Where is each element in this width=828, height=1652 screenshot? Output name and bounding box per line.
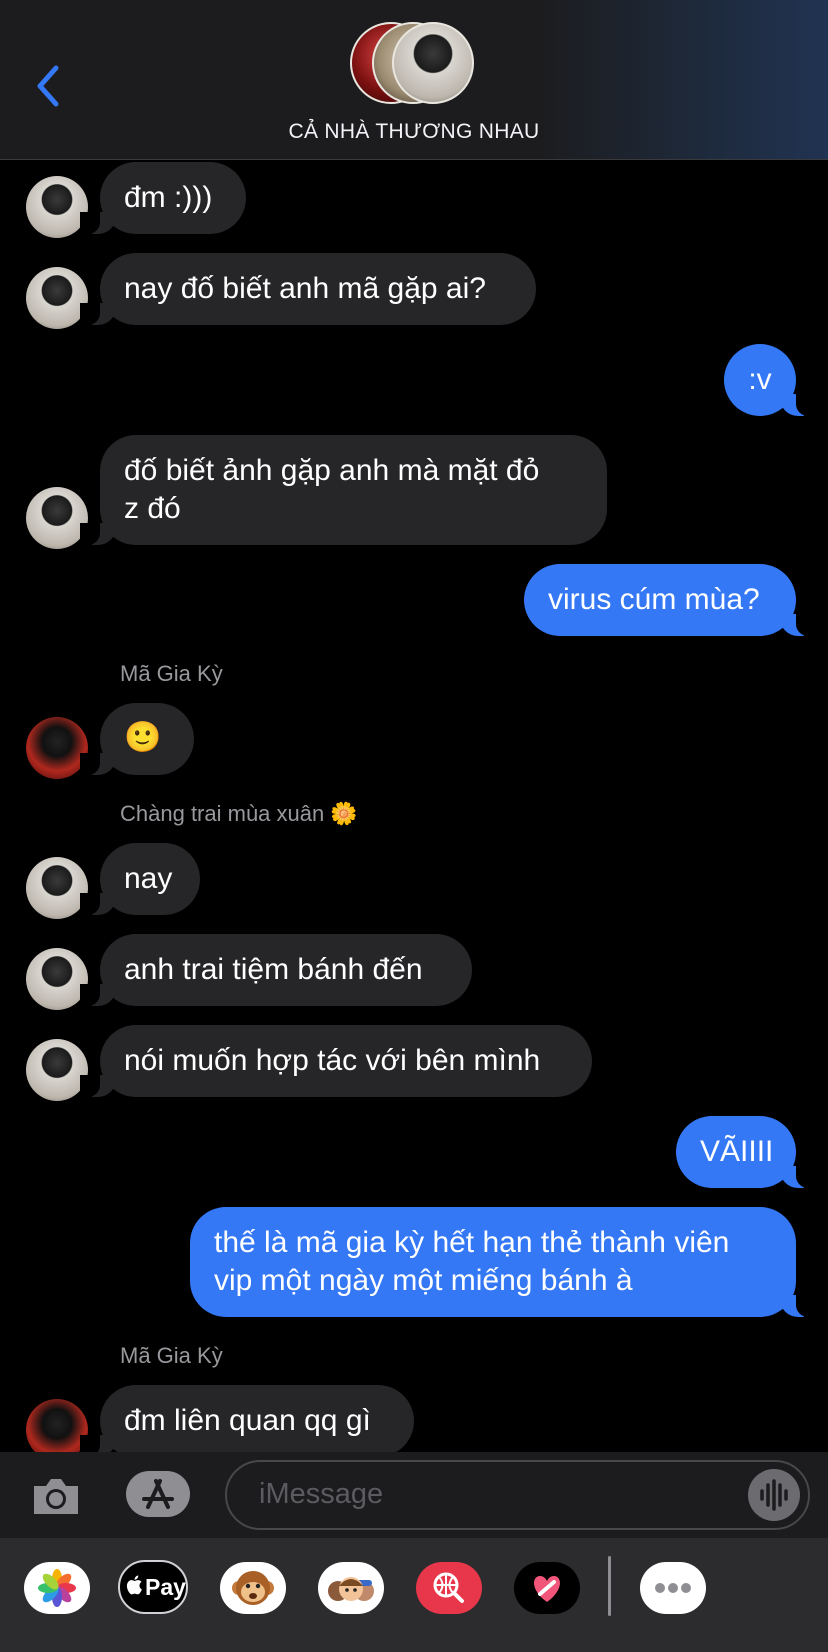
more-apps-button[interactable] — [640, 1562, 706, 1614]
digital-touch-app-button[interactable] — [514, 1562, 580, 1614]
conversation-header: CẢ NHÀ THƯƠNG NHAU — [0, 0, 828, 160]
incoming-message[interactable]: anh trai tiệm bánh đến — [80, 934, 472, 1006]
memoji-icon — [328, 1577, 374, 1601]
sender-avatar[interactable] — [26, 267, 88, 329]
incoming-message[interactable]: đm liên quan qq gì — [80, 1385, 414, 1457]
message-composer: iMessage — [0, 1452, 828, 1538]
sender-avatar[interactable] — [26, 857, 88, 919]
sender-name: Chàng trai mùa xuân 🌼 — [120, 801, 358, 826]
app-store-icon — [142, 1479, 174, 1509]
waveform-icon — [760, 1479, 788, 1511]
outgoing-message[interactable]: thế là mã gia kỳ hết hạn thẻ thành viên v… — [190, 1207, 816, 1317]
photos-app-button[interactable] — [24, 1562, 90, 1614]
animoji-app-button[interactable] — [220, 1562, 286, 1614]
outgoing-message[interactable]: VÃIIII — [676, 1116, 816, 1188]
globe-search-icon — [433, 1572, 464, 1603]
sender-avatar[interactable] — [26, 1039, 88, 1101]
apple-logo-icon — [126, 1575, 142, 1595]
imessage-input[interactable]: iMessage — [225, 1460, 810, 1530]
incoming-message[interactable]: 🙂 — [80, 703, 194, 775]
app-strip-divider — [608, 1556, 611, 1616]
imessage-app-strip: Pay — [0, 1538, 828, 1652]
sender-avatar[interactable] — [26, 487, 88, 549]
photos-icon — [38, 1569, 76, 1607]
sender-avatar[interactable] — [26, 948, 88, 1010]
incoming-message[interactable]: nay đố biết anh mã gặp ai? — [80, 253, 536, 325]
sender-avatar[interactable] — [26, 176, 88, 238]
heart-touch-icon — [534, 1576, 560, 1602]
images-search-app-button[interactable] — [416, 1562, 482, 1614]
monkey-icon — [232, 1571, 274, 1605]
apple-pay-label: Pay — [145, 1574, 186, 1600]
incoming-message[interactable]: nay — [80, 843, 200, 915]
sender-avatar[interactable] — [26, 717, 88, 779]
group-avatar[interactable] — [350, 22, 480, 108]
incoming-message[interactable]: đm :))) — [80, 162, 246, 234]
incoming-message[interactable]: đố biết ảnh gặp anh mà mặt đỏ z đó — [80, 435, 607, 545]
incoming-message[interactable]: nói muốn hợp tác với bên mình — [80, 1025, 592, 1097]
audio-message-button[interactable] — [748, 1469, 800, 1521]
memoji-app-button[interactable] — [318, 1562, 384, 1614]
more-icon — [655, 1583, 691, 1593]
apple-pay-app-button[interactable]: Pay — [118, 1560, 188, 1614]
outgoing-message[interactable]: virus cúm mùa? — [524, 564, 816, 636]
sender-name: Mã Gia Kỳ — [120, 1343, 223, 1368]
outgoing-message[interactable]: :v — [724, 344, 816, 416]
back-chevron-icon[interactable] — [32, 62, 66, 110]
app-store-button[interactable] — [126, 1471, 190, 1517]
camera-icon[interactable] — [30, 1474, 82, 1518]
member-avatar — [392, 22, 474, 104]
group-name[interactable]: CẢ NHÀ THƯƠNG NHAU — [0, 120, 828, 144]
sender-name: Mã Gia Kỳ — [120, 661, 223, 686]
input-placeholder: iMessage — [259, 1478, 384, 1510]
